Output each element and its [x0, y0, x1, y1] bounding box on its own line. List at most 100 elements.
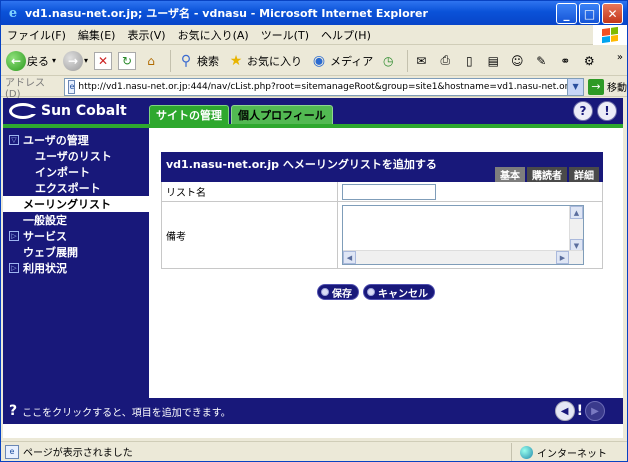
tab-personal-profile[interactable]: 個人プロフィール: [231, 105, 333, 124]
page-icon: e: [68, 79, 76, 94]
help-text: ここをクリックすると、項目を追加できます。: [22, 407, 231, 419]
link-icon[interactable]: ⚭: [556, 52, 574, 70]
minimize-button[interactable]: _: [556, 3, 577, 24]
main-tabs: サイトの管理 個人プロフィール: [149, 105, 333, 124]
scroll-left-icon[interactable]: ◀: [343, 251, 356, 264]
textarea-hscroll[interactable]: ◀ ▶: [343, 250, 583, 264]
panel-title: vd1.nasu-net.or.jp へメーリングリストを追加する: [166, 158, 437, 171]
favorites-button[interactable]: ★ お気に入り: [225, 50, 302, 72]
toolbar: ← 戻る ▾ → ▾ ✕ ↻ ⌂ ⚲ 検索 ★ お気に入り ◉ メディア ◷ ✉…: [1, 46, 627, 76]
sidebar-item-web-deploy[interactable]: ウェブ展開: [3, 244, 149, 260]
menu-view[interactable]: 表示(V): [121, 27, 171, 43]
save-label: 保存: [332, 288, 352, 300]
tab-subscribers[interactable]: 購読者: [527, 167, 567, 182]
tab-advanced[interactable]: 詳細: [569, 167, 599, 182]
media-label: メディア: [330, 54, 374, 68]
go-label: 移動: [607, 83, 628, 94]
search-label: 検索: [197, 54, 220, 68]
tab-basic[interactable]: 基本: [495, 167, 525, 182]
sidebar-item-export[interactable]: エクスポート: [3, 180, 149, 196]
save-button[interactable]: 保存: [317, 284, 359, 300]
cancel-button[interactable]: キャンセル: [363, 284, 435, 300]
back-dropdown-icon[interactable]: ▾: [52, 56, 56, 65]
expand-right-icon: ▷: [9, 231, 19, 241]
sidebar-item-user-admin[interactable]: ▽ ユーザの管理: [3, 132, 149, 148]
remarks-row: 備考 ▲ ▼ ◀ ▶: [161, 202, 603, 269]
toolbar-overflow-icon[interactable]: »: [617, 52, 623, 63]
media-globe-icon: ◉: [312, 52, 326, 69]
go-button[interactable]: → 移動: [588, 78, 628, 95]
menu-tools[interactable]: ツール(T): [255, 27, 315, 43]
textarea-vscroll[interactable]: ▲ ▼: [569, 206, 583, 252]
internet-globe-icon: [520, 445, 533, 459]
sidebar-item-user-list[interactable]: ユーザのリスト: [3, 148, 149, 164]
search-button[interactable]: ⚲ 検索: [175, 50, 219, 72]
help-icon[interactable]: ?: [573, 101, 593, 121]
close-button[interactable]: ✕: [602, 3, 623, 24]
discuss-icon[interactable]: ▤: [484, 52, 502, 70]
header-icons: ? !: [573, 101, 617, 121]
forward-arrow-icon: →: [63, 50, 84, 71]
menu-help[interactable]: ヘルプ(H): [315, 27, 377, 43]
remarks-cell: ▲ ▼ ◀ ▶: [338, 202, 602, 268]
sidebar-item-label: サービス: [23, 230, 67, 243]
stop-icon[interactable]: ✕: [94, 51, 113, 70]
refresh-icon[interactable]: ↻: [118, 51, 137, 70]
edit-icon[interactable]: ▯: [460, 52, 478, 70]
settings-icon[interactable]: ⚙: [580, 52, 598, 70]
page-content: Sun Cobalt サイトの管理 個人プロフィール ? ! ▽ ユーザの管理 …: [3, 98, 623, 438]
history-icon[interactable]: ◷: [379, 52, 397, 70]
panel-tabs: 基本 購読者 詳細: [495, 167, 599, 182]
forward-button[interactable]: → ▾: [62, 50, 88, 72]
scroll-right-icon[interactable]: ▶: [556, 251, 569, 264]
toolbar-separator: [170, 49, 172, 72]
title-bar[interactable]: e vd1.nasu-net.or.jp; ユーザ名 - vdnasu - Mi…: [1, 1, 627, 25]
list-name-field[interactable]: [342, 183, 436, 200]
menu-file[interactable]: ファイル(F): [1, 27, 72, 43]
messenger-icon[interactable]: ☺: [508, 52, 526, 70]
sidebar-item-services[interactable]: ▷ サービス: [3, 228, 149, 244]
address-url[interactable]: http://vd1.nasu-net.or.jp:444/nav/cList.…: [78, 82, 583, 92]
back-button[interactable]: ← 戻る ▾: [5, 50, 56, 72]
sidebar-item-mailing-list[interactable]: メーリングリスト: [3, 196, 149, 212]
add-mailing-list-form: vd1.nasu-net.or.jp へメーリングリストを追加する 基本 購読者…: [161, 152, 603, 269]
media-button[interactable]: ◉ メディア: [308, 50, 373, 72]
remarks-textarea[interactable]: ▲ ▼ ◀ ▶: [342, 205, 584, 265]
forward-dropdown-icon[interactable]: ▾: [84, 56, 88, 65]
tab-site-management[interactable]: サイトの管理: [149, 105, 229, 124]
panel-header: vd1.nasu-net.or.jp へメーリングリストを追加する 基本 購読者…: [161, 152, 603, 182]
address-dropdown-icon[interactable]: ▼: [567, 78, 584, 95]
menu-favorites[interactable]: お気に入り(A): [172, 27, 255, 43]
mail-icon[interactable]: ✉: [412, 52, 430, 70]
app-header: Sun Cobalt サイトの管理 個人プロフィール ? !: [3, 98, 623, 124]
window-controls: _ □ ✕: [556, 3, 623, 24]
address-input[interactable]: e http://vd1.nasu-net.or.jp:444/nav/cLis…: [64, 77, 585, 96]
menu-bar: ファイル(F) 編集(E) 表示(V) お気に入り(A) ツール(T) ヘルプ(…: [1, 25, 627, 45]
sidebar-item-import[interactable]: インポート: [3, 164, 149, 180]
research-icon[interactable]: ✎: [532, 52, 550, 70]
address-bar: アドレス(D) e http://vd1.nasu-net.or.jp:444/…: [1, 77, 628, 100]
menu-edit[interactable]: 編集(E): [72, 27, 122, 43]
status-bar: e ページが表示されました インターネット: [1, 441, 627, 461]
print-icon[interactable]: ⎙: [436, 52, 454, 70]
window-title: vd1.nasu-net.or.jp; ユーザ名 - vdnasu - Micr…: [25, 7, 428, 20]
alert-icon[interactable]: !: [577, 403, 583, 419]
next-icon[interactable]: ▶: [585, 401, 605, 421]
sun-cobalt-logo: Sun Cobalt: [9, 103, 127, 119]
sidebar-item-label: 利用状況: [23, 262, 67, 275]
info-icon[interactable]: !: [597, 101, 617, 121]
home-icon[interactable]: ⌂: [142, 52, 160, 70]
remarks-label: 備考: [162, 202, 338, 268]
browser-window: e vd1.nasu-net.or.jp; ユーザ名 - vdnasu - Mi…: [0, 0, 628, 462]
zone-text: インターネット: [537, 448, 607, 460]
sidebar-item-general[interactable]: 一般設定: [3, 212, 149, 228]
status-text: ページが表示されました: [23, 448, 133, 459]
back-label: 戻る: [27, 54, 49, 68]
scroll-up-icon[interactable]: ▲: [570, 206, 583, 219]
previous-icon[interactable]: ◀: [554, 401, 575, 421]
go-arrow-icon: →: [588, 78, 605, 95]
help-question-icon: ?: [9, 403, 18, 419]
sidebar-item-usage[interactable]: ▷ 利用状況: [3, 260, 149, 276]
maximize-button[interactable]: □: [579, 3, 600, 24]
form-actions: 保存 キャンセル: [317, 284, 435, 300]
